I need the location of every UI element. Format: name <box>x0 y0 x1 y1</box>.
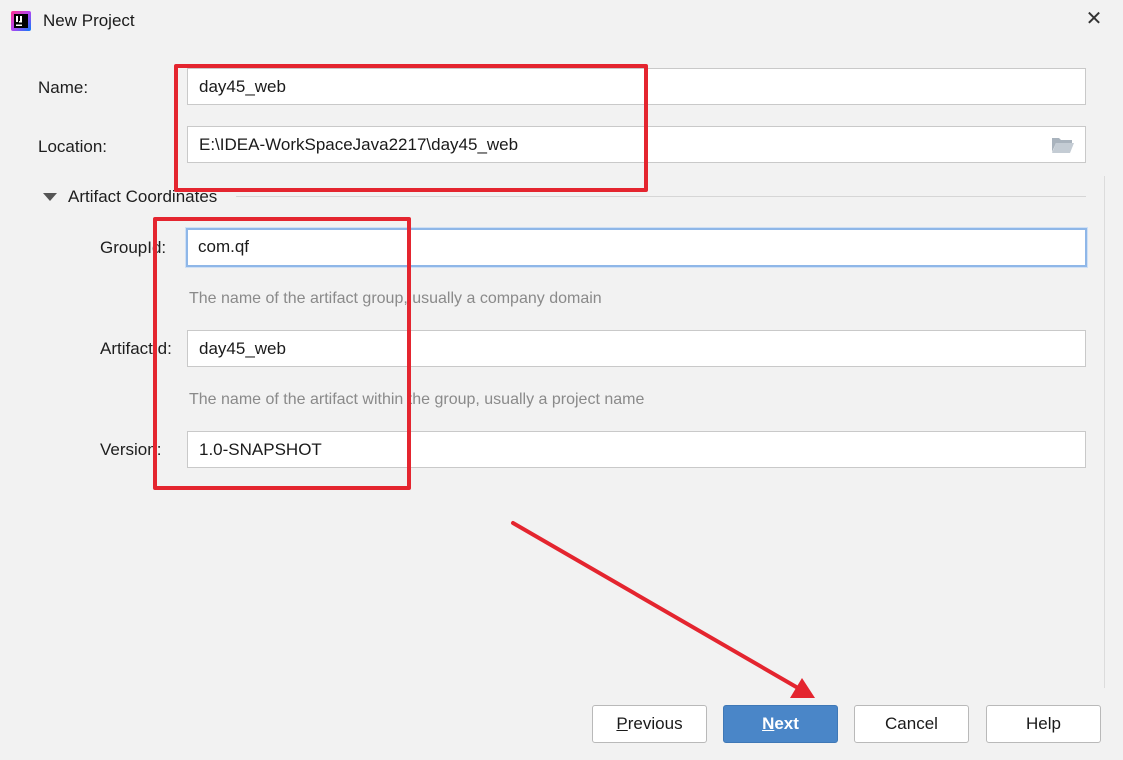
annotation-arrow <box>511 521 815 698</box>
